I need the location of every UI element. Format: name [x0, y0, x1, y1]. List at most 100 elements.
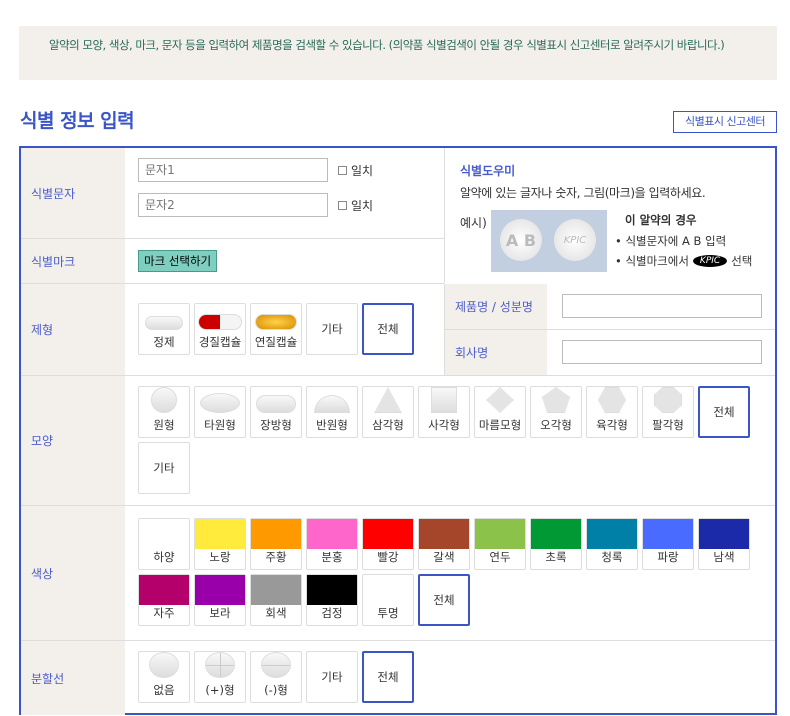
- form-option[interactable]: 기타: [306, 303, 358, 355]
- shape-option[interactable]: 오각형: [530, 386, 582, 438]
- page-title: 식별 정보 입력: [20, 110, 135, 132]
- color-swatch: [587, 519, 637, 549]
- color-option-label: 갈색: [433, 550, 455, 564]
- form-option-label: 전체: [377, 322, 399, 336]
- case-title: 이 알약의 경우: [625, 213, 697, 227]
- shape-option[interactable]: 타원형: [194, 386, 246, 438]
- color-option[interactable]: 청록: [586, 518, 638, 570]
- color-option[interactable]: 초록: [530, 518, 582, 570]
- color-option[interactable]: 파랑: [642, 518, 694, 570]
- form-option-label: 정제: [153, 335, 175, 349]
- form-option-label: 경질캡슐: [198, 335, 242, 349]
- color-swatch: [643, 519, 693, 549]
- line-shape-icon: [261, 652, 291, 678]
- shape-option-label: 오각형: [540, 418, 572, 432]
- shape-option-label: 사각형: [428, 418, 460, 432]
- shape-option-label: 기타: [153, 461, 175, 475]
- color-option[interactable]: 빨강: [362, 518, 414, 570]
- shape-option[interactable]: 팔각형: [642, 386, 694, 438]
- helper-panel: 식별도우미 알약에 있는 글자나 숫자, 그림(마크)을 입력하세요. 예시) …: [444, 148, 775, 283]
- form-shape-icon: [198, 314, 242, 330]
- product-field-row: 제품명 / 성분명: [444, 284, 775, 330]
- color-swatch: [699, 519, 749, 549]
- color-swatch: [195, 575, 245, 605]
- shape-option[interactable]: 사각형: [418, 386, 470, 438]
- color-option[interactable]: 갈색: [418, 518, 470, 570]
- product-input[interactable]: [562, 294, 762, 318]
- color-option-label: 투명: [377, 606, 399, 620]
- form-shape-icon: [255, 314, 297, 330]
- color-option[interactable]: 회색: [250, 574, 302, 626]
- color-option[interactable]: 연두: [474, 518, 526, 570]
- shape-option[interactable]: 장방형: [250, 386, 302, 438]
- shape-option-label: 전체: [713, 405, 735, 419]
- color-swatch: [475, 519, 525, 549]
- color-option-label: 자주: [153, 606, 175, 620]
- form-option[interactable]: 정제: [138, 303, 190, 355]
- form-option[interactable]: 연질캡슐: [250, 303, 302, 355]
- form-option[interactable]: 전체: [362, 303, 414, 355]
- match-2-checkbox[interactable]: 일치: [338, 197, 373, 214]
- shape-shape-icon: [314, 395, 350, 413]
- select-mark-button[interactable]: 마크 선택하기: [138, 250, 218, 272]
- color-option[interactable]: 자주: [138, 574, 190, 626]
- label-shape: 모양: [21, 376, 125, 505]
- shape-option[interactable]: 삼각형: [362, 386, 414, 438]
- color-option-label: 빨강: [377, 550, 399, 564]
- pill-ab: A B: [500, 219, 542, 261]
- line-option[interactable]: 전체: [362, 651, 414, 703]
- shape-option-label: 삼각형: [372, 418, 404, 432]
- color-option[interactable]: 노랑: [194, 518, 246, 570]
- example-label: 예시): [460, 216, 487, 230]
- color-option[interactable]: 분홍: [306, 518, 358, 570]
- shape-option[interactable]: 마름모형: [474, 386, 526, 438]
- color-option[interactable]: 남색: [698, 518, 750, 570]
- company-input[interactable]: [562, 340, 762, 364]
- row-line: 분할선 없음 (+)형 (-)형 기타 전체: [21, 641, 775, 715]
- color-option-label: 남색: [713, 550, 735, 564]
- color-swatch: [139, 519, 189, 549]
- line-option[interactable]: (+)형: [194, 651, 246, 703]
- match-label: 일치: [351, 164, 374, 178]
- row-form: 제형 정제 경질캡슐 연질캡슐 기타 전체 제품명 / 성분명 회사명: [21, 284, 775, 376]
- form-option[interactable]: 경질캡슐: [194, 303, 246, 355]
- color-option[interactable]: 보라: [194, 574, 246, 626]
- line-option-label: 전체: [377, 670, 399, 684]
- shape-option[interactable]: 반원형: [306, 386, 358, 438]
- case-line-2: • 식별마크에서 KPIC 선택: [615, 253, 752, 269]
- form-grid: 정제 경질캡슐 연질캡슐 기타 전체: [138, 303, 438, 355]
- row-id-mark: 식별마크 마크 선택하기: [21, 239, 444, 284]
- color-option[interactable]: 검정: [306, 574, 358, 626]
- line-grid: 없음 (+)형 (-)형 기타 전체: [138, 651, 778, 703]
- label-form: 제형: [21, 284, 125, 375]
- color-swatch: [419, 519, 469, 549]
- kpic-logo-icon: KPIC: [692, 255, 728, 267]
- color-option-label: 회색: [265, 606, 287, 620]
- shape-option[interactable]: 원형: [138, 386, 190, 438]
- id-text-1-input[interactable]: [138, 158, 328, 182]
- color-option[interactable]: 전체: [418, 574, 470, 626]
- shape-option[interactable]: 육각형: [586, 386, 638, 438]
- match-1-checkbox[interactable]: 일치: [338, 162, 373, 179]
- color-option[interactable]: 하양: [138, 518, 190, 570]
- report-center-button[interactable]: 식별표시 신고센터: [673, 111, 777, 133]
- label-color: 색상: [21, 506, 125, 640]
- shape-option[interactable]: 전체: [698, 386, 750, 438]
- line-option[interactable]: (-)형: [250, 651, 302, 703]
- line-option[interactable]: 없음: [138, 651, 190, 703]
- line-option-label: (-)형: [264, 683, 288, 697]
- id-text-2-input[interactable]: [138, 193, 328, 217]
- shape-option-label: 팔각형: [652, 418, 684, 432]
- shape-option-label: 마름모형: [478, 418, 522, 432]
- color-option[interactable]: 투명: [362, 574, 414, 626]
- shape-shape-icon: [374, 387, 402, 413]
- row-color: 색상 하양 노랑 주황 분홍 빨강 갈색 연두 초록 청록 파랑 남색자주 보라 회색 검정 투명 전체: [21, 506, 775, 641]
- color-swatch: [139, 575, 189, 605]
- shape-shape-icon: [598, 387, 626, 413]
- shape-shape-icon: [431, 387, 457, 413]
- line-option[interactable]: 기타: [306, 651, 358, 703]
- color-swatch: [251, 519, 301, 549]
- shape-option[interactable]: 기타: [138, 442, 190, 494]
- label-company: 회사명: [445, 330, 547, 375]
- color-option[interactable]: 주황: [250, 518, 302, 570]
